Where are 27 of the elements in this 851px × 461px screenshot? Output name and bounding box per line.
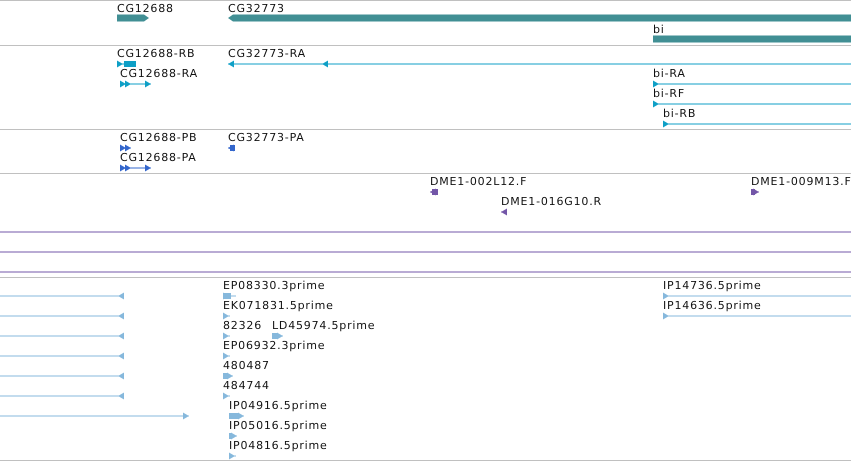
feature-label: CG12688-RA — [120, 67, 198, 80]
feature-label: IP14636.5prime — [663, 299, 762, 312]
feature-label: 82326 — [223, 319, 262, 332]
feature-label: 480487 — [223, 359, 270, 372]
feature-label: CG32773-PA — [228, 131, 305, 144]
feature-label: bi-RB — [663, 107, 696, 120]
feature-label: CG32773 — [228, 2, 285, 15]
feature-label: LD45974.5prime — [272, 319, 376, 332]
feature-label: EP06932.3prime — [223, 339, 326, 352]
feature-label: bi — [653, 23, 665, 36]
feature-label: CG12688 — [117, 2, 174, 15]
feature-label: IP14736.5prime — [663, 279, 762, 292]
feature-label: IP04816.5prime — [229, 439, 328, 452]
feature-label: bi-RA — [653, 67, 686, 80]
feature-label: CG12688-PA — [120, 151, 197, 164]
feature-label: DME1-016G10.R — [501, 195, 602, 208]
feature-label: DME1-002L12.F — [430, 175, 528, 188]
feature-label: CG32773-RA — [228, 47, 306, 60]
feature-label: CG12688-RB — [117, 47, 196, 60]
feature-label: bi-RF — [653, 87, 685, 100]
feature-label: CG12688-PB — [120, 131, 198, 144]
feature-label: 484744 — [223, 379, 270, 392]
feature-label: DME1-009M13.F — [751, 175, 851, 188]
feature-label: EK071831.5prime — [223, 299, 334, 312]
feature-label: IP04916.5prime — [229, 399, 328, 412]
feature-label: IP05016.5prime — [229, 419, 328, 432]
feature-label: EP08330.3prime — [223, 279, 326, 292]
